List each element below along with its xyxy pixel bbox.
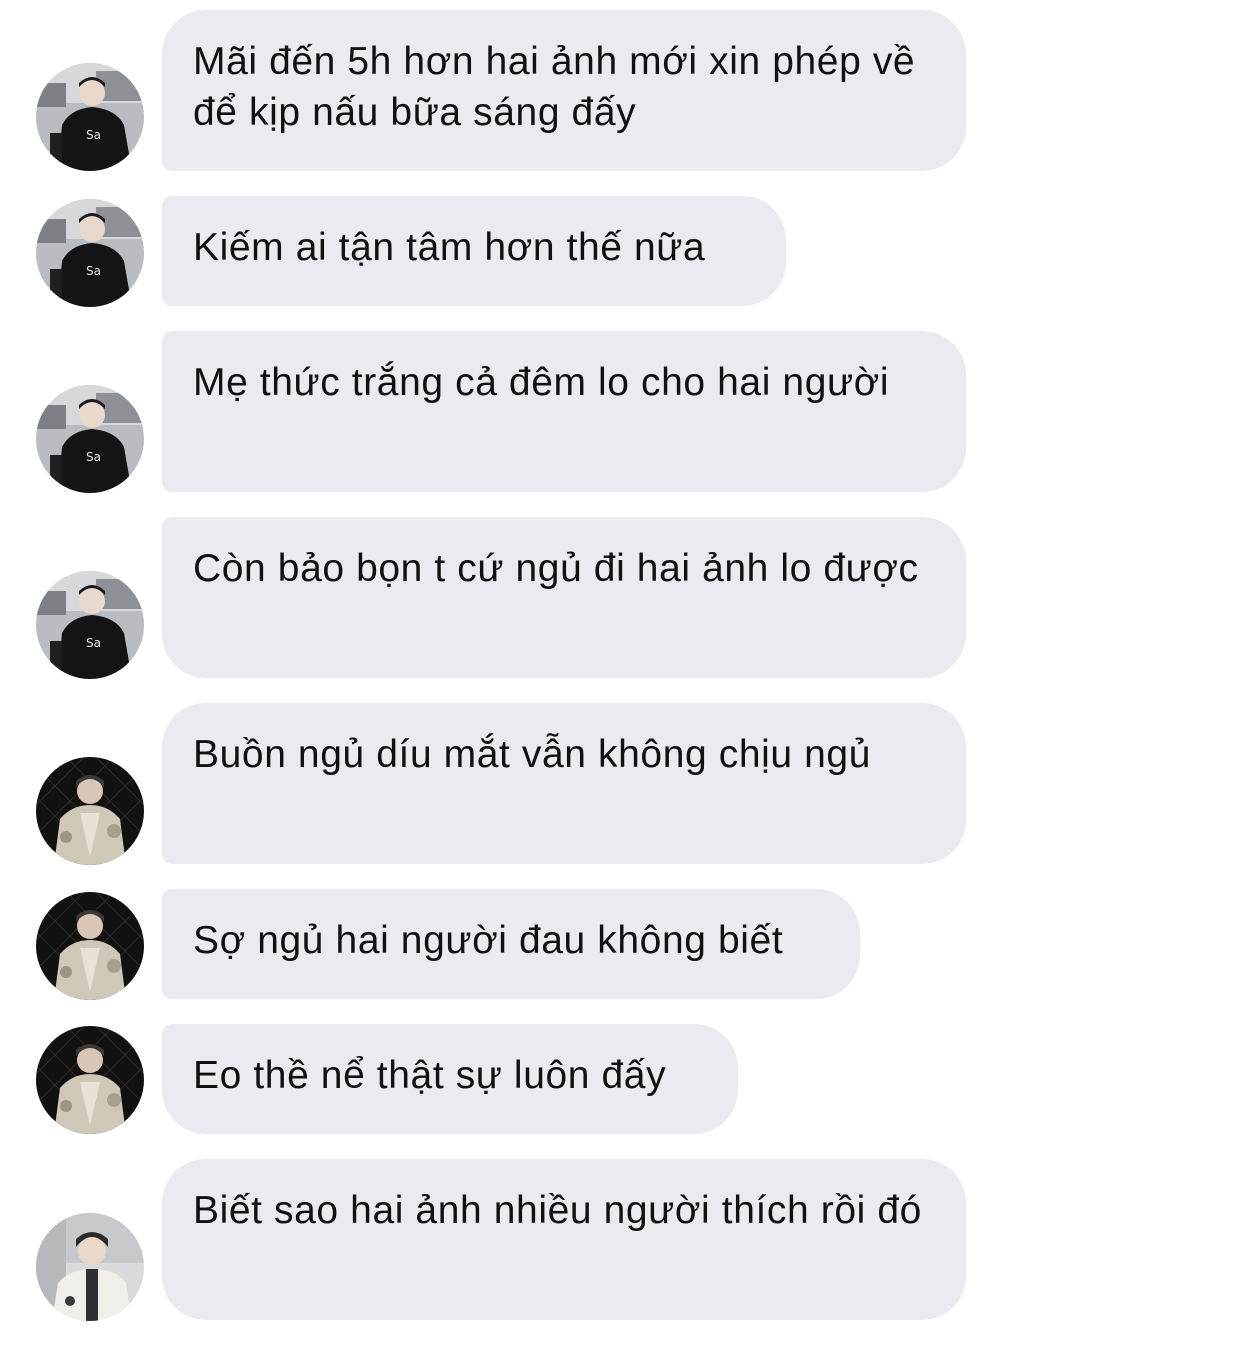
avatar-hoodie-icon: Sa: [36, 571, 144, 679]
avatar[interactable]: [36, 892, 144, 1000]
message-bubble[interactable]: Sợ ngủ hai người đau không biết: [162, 889, 860, 999]
avatar-light-jacket-icon: [36, 1213, 144, 1321]
avatar-hoodie-icon: Sa: [36, 199, 144, 307]
avatar-hoodie-icon: Sa: [36, 385, 144, 493]
avatar[interactable]: [36, 1026, 144, 1134]
message-bubble[interactable]: Mẹ thức trắng cả đêm lo cho hai người: [162, 331, 966, 492]
avatar[interactable]: Sa: [36, 385, 144, 493]
avatar-fence-icon: [36, 892, 144, 1000]
avatar[interactable]: Sa: [36, 199, 144, 307]
avatar-fence-icon: [36, 1026, 144, 1134]
message-bubble[interactable]: Mãi đến 5h hơn hai ảnh mới xin phép về đ…: [162, 10, 966, 171]
message-bubble[interactable]: Còn bảo bọn t cứ ngủ đi hai ảnh lo được: [162, 517, 966, 678]
avatar[interactable]: [36, 757, 144, 865]
message-bubble[interactable]: Buồn ngủ díu mắt vẫn không chịu ngủ: [162, 703, 966, 864]
avatar[interactable]: [36, 1213, 144, 1321]
message-bubble[interactable]: Biết sao hai ảnh nhiều người thích rồi đ…: [162, 1159, 966, 1320]
message-bubble[interactable]: Eo thề nể thật sự luôn đấy: [162, 1024, 738, 1134]
avatar-fence-icon: [36, 757, 144, 865]
message-bubble[interactable]: Kiếm ai tận tâm hơn thế nữa: [162, 196, 786, 306]
avatar[interactable]: Sa: [36, 571, 144, 679]
svg-text:Sa: Sa: [86, 450, 101, 464]
avatar-hoodie-icon: Sa: [36, 63, 144, 171]
svg-text:Sa: Sa: [86, 128, 101, 142]
avatar[interactable]: Sa: [36, 63, 144, 171]
svg-text:Sa: Sa: [86, 636, 101, 650]
svg-text:Sa: Sa: [86, 264, 101, 278]
